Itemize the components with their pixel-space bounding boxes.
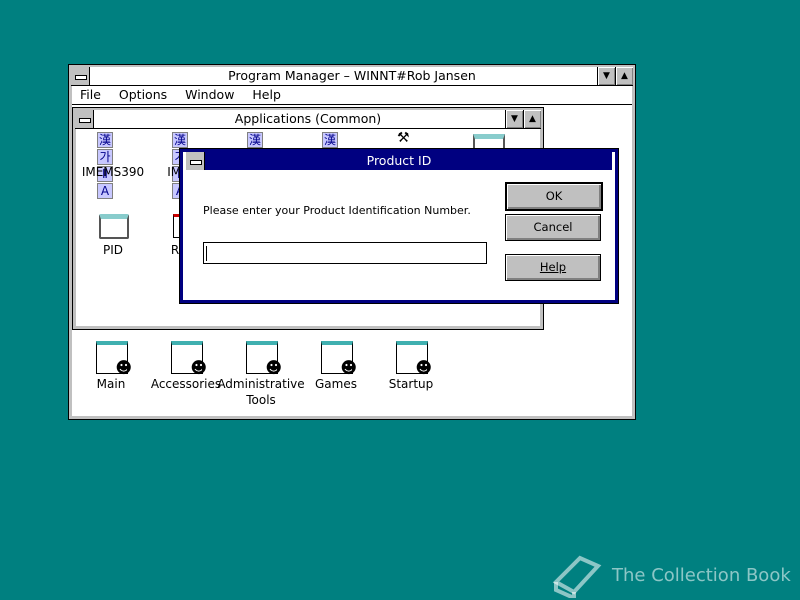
- ok-button[interactable]: OK: [505, 182, 603, 211]
- menu-file[interactable]: File: [80, 87, 101, 102]
- menu-help[interactable]: Help: [252, 87, 281, 102]
- icon-label-imems390[interactable]: IMEMS390: [73, 164, 153, 180]
- group-icon-administrative-tools[interactable]: [246, 341, 282, 377]
- group-minimize-button[interactable]: ▼: [505, 110, 523, 128]
- menu-bar: File Options Window Help: [72, 86, 632, 105]
- group-label-administrative-tools[interactable]: Administrative Tools: [213, 376, 309, 408]
- system-menu-button[interactable]: [71, 67, 90, 85]
- group-label-main[interactable]: Main: [71, 376, 151, 392]
- product-id-dialog: Product ID Please enter your Product Ide…: [179, 148, 619, 304]
- dialog-title-bar[interactable]: Product ID: [186, 152, 612, 170]
- program-manager-title-bar[interactable]: Program Manager – WINNT#Rob Jansen ▼ ▲: [71, 67, 633, 86]
- dialog-system-menu-button[interactable]: [186, 152, 205, 170]
- group-maximize-button[interactable]: ▲: [523, 110, 541, 128]
- menu-options[interactable]: Options: [119, 87, 167, 102]
- pid-icon[interactable]: [99, 214, 129, 239]
- applications-title-bar[interactable]: Applications (Common) ▼ ▲: [75, 110, 541, 129]
- window-title: Program Manager – WINNT#Rob Jansen: [228, 68, 476, 83]
- group-label-startup[interactable]: Startup: [371, 376, 451, 392]
- group-icon-main[interactable]: [96, 341, 132, 377]
- ime-icon[interactable]: 漢가ⅡA: [97, 132, 129, 199]
- menu-window[interactable]: Window: [185, 87, 234, 102]
- book-logo-icon: [552, 555, 602, 598]
- watermark-text: The Collection Book: [612, 564, 791, 586]
- watermark: The Collection Book: [550, 552, 791, 598]
- help-button[interactable]: Help: [505, 254, 601, 281]
- group-icon-accessories[interactable]: [171, 341, 207, 377]
- minimize-button[interactable]: ▼: [597, 67, 615, 85]
- dialog-prompt: Please enter your Product Identification…: [203, 204, 471, 217]
- cancel-button[interactable]: Cancel: [505, 214, 601, 241]
- icon-label-pid[interactable]: PID: [73, 242, 153, 258]
- applications-title: Applications (Common): [234, 111, 382, 126]
- microsoft-tool-icon[interactable]: ⚒: [397, 130, 410, 146]
- group-icon-games[interactable]: [321, 341, 357, 377]
- group-system-menu-button[interactable]: [75, 110, 94, 128]
- maximize-button[interactable]: ▲: [615, 67, 633, 85]
- group-icon-startup[interactable]: [396, 341, 432, 377]
- group-label-games[interactable]: Games: [296, 376, 376, 392]
- dialog-title: Product ID: [366, 153, 432, 168]
- product-id-input[interactable]: [203, 242, 487, 264]
